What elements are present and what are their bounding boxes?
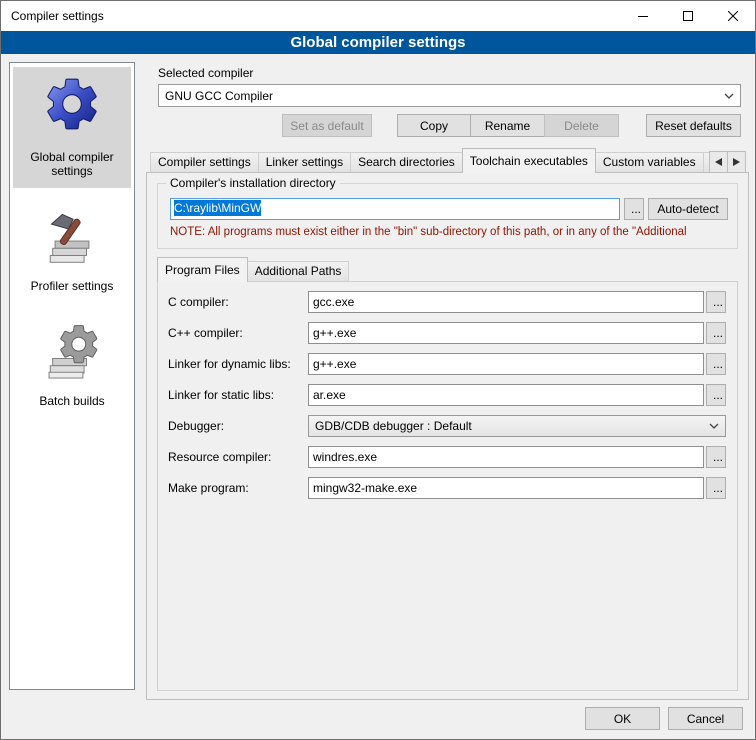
set-as-default-button[interactable]: Set as default	[282, 114, 372, 137]
dialog-footer: OK Cancel	[585, 707, 743, 730]
c-compiler-label: C compiler:	[168, 295, 308, 309]
arrow-left-icon	[715, 158, 722, 166]
window-titlebar: Compiler settings	[1, 1, 755, 31]
cancel-button[interactable]: Cancel	[668, 707, 743, 730]
installation-directory-groupbox: Compiler's installation directory C:\ray…	[157, 183, 738, 249]
note-text: NOTE: All programs must exist either in …	[170, 226, 730, 238]
settings-category-list: Global compiler settings Profiler settin…	[9, 62, 135, 690]
toolchain-executables-panel: Compiler's installation directory C:\ray…	[146, 172, 749, 700]
field-row: C compiler: ...	[168, 291, 737, 313]
selected-compiler-label: Selected compiler	[158, 66, 253, 80]
sidebar-item-batch-builds[interactable]: Batch builds	[13, 315, 131, 418]
tab-toolchain-executables[interactable]: Toolchain executables	[462, 148, 596, 173]
resource-compiler-label: Resource compiler:	[168, 450, 308, 464]
selected-path-text: C:\raylib\MinGW	[174, 200, 261, 216]
debugger-label: Debugger:	[168, 419, 308, 433]
tab-custom-variables[interactable]: Custom variables	[595, 152, 704, 172]
sidebar-item-profiler-settings[interactable]: Profiler settings	[13, 200, 131, 303]
arrow-right-icon	[733, 158, 740, 166]
rename-button[interactable]: Rename	[470, 114, 545, 137]
chevron-down-icon	[709, 423, 719, 429]
cpp-compiler-browse-button[interactable]: ...	[706, 322, 726, 344]
subtab-program-files[interactable]: Program Files	[157, 257, 248, 282]
delete-button[interactable]: Delete	[544, 114, 619, 137]
cpp-compiler-input[interactable]	[308, 322, 704, 344]
compiler-tabs: Compiler settings Linker settings Search…	[150, 150, 737, 172]
ok-button[interactable]: OK	[585, 707, 660, 730]
installation-directory-input[interactable]: C:\raylib\MinGW	[170, 198, 620, 220]
tab-compiler-settings[interactable]: Compiler settings	[150, 152, 259, 172]
debugger-value: GDB/CDB debugger : Default	[315, 419, 472, 433]
static-linker-browse-button[interactable]: ...	[706, 384, 726, 406]
field-row: Linker for dynamic libs: ...	[168, 353, 737, 375]
field-row: Make program: ...	[168, 477, 737, 499]
dynamic-linker-input[interactable]	[308, 353, 704, 375]
field-row: Debugger: GDB/CDB debugger : Default	[168, 415, 737, 437]
window-title: Compiler settings	[1, 9, 104, 23]
static-linker-input[interactable]	[308, 384, 704, 406]
close-icon	[728, 11, 738, 21]
groupbox-title: Compiler's installation directory	[166, 176, 340, 190]
auto-detect-button[interactable]: Auto-detect	[648, 198, 728, 220]
reset-defaults-button[interactable]: Reset defaults	[646, 114, 741, 137]
compiler-settings-dialog: Compiler settings Global compiler settin…	[0, 0, 756, 740]
selected-compiler-value: GNU GCC Compiler	[165, 89, 273, 103]
static-linker-label: Linker for static libs:	[168, 388, 308, 402]
program-subtabs: Program Files Additional Paths	[157, 259, 348, 281]
tab-scroll-right-button[interactable]	[727, 151, 746, 173]
sidebar-item-label: Profiler settings	[15, 279, 129, 293]
dynamic-linker-browse-button[interactable]: ...	[706, 353, 726, 375]
copy-button[interactable]: Copy	[397, 114, 471, 137]
sidebar-item-label: Global compiler settings	[15, 150, 129, 178]
selected-compiler-combo[interactable]: GNU GCC Compiler	[158, 84, 741, 107]
tab-linker-settings[interactable]: Linker settings	[258, 152, 351, 172]
close-button[interactable]	[710, 1, 755, 31]
sidebar-item-global-compiler-settings[interactable]: Global compiler settings	[13, 67, 131, 188]
field-row: Linker for static libs: ...	[168, 384, 737, 406]
dynamic-linker-label: Linker for dynamic libs:	[168, 357, 308, 371]
maximize-button[interactable]	[665, 1, 710, 31]
sidebar-item-label: Batch builds	[15, 394, 129, 408]
make-program-label: Make program:	[168, 481, 308, 495]
make-program-input[interactable]	[308, 477, 704, 499]
tab-search-directories[interactable]: Search directories	[350, 152, 463, 172]
field-row: Resource compiler: ...	[168, 446, 737, 468]
minimize-icon	[638, 11, 648, 21]
hammer-icon	[43, 206, 101, 264]
resource-compiler-input[interactable]	[308, 446, 704, 468]
blue-gear-icon	[41, 73, 103, 135]
make-program-browse-button[interactable]: ...	[706, 477, 726, 499]
minimize-button[interactable]	[620, 1, 665, 31]
gray-gear-icon	[43, 321, 101, 379]
resource-compiler-browse-button[interactable]: ...	[706, 446, 726, 468]
subtab-additional-paths[interactable]: Additional Paths	[247, 261, 350, 281]
maximize-icon	[683, 11, 693, 21]
cpp-compiler-label: C++ compiler:	[168, 326, 308, 340]
debugger-combo[interactable]: GDB/CDB debugger : Default	[308, 415, 726, 437]
program-files-panel: C compiler: ... C++ compiler: ... Linker…	[157, 281, 738, 691]
page-title: Global compiler settings	[1, 31, 755, 54]
tab-scroll-left-button[interactable]	[709, 151, 728, 173]
c-compiler-browse-button[interactable]: ...	[706, 291, 726, 313]
c-compiler-input[interactable]	[308, 291, 704, 313]
chevron-down-icon	[724, 93, 734, 99]
field-row: C++ compiler: ...	[168, 322, 737, 344]
browse-directory-button[interactable]: ...	[624, 198, 644, 220]
